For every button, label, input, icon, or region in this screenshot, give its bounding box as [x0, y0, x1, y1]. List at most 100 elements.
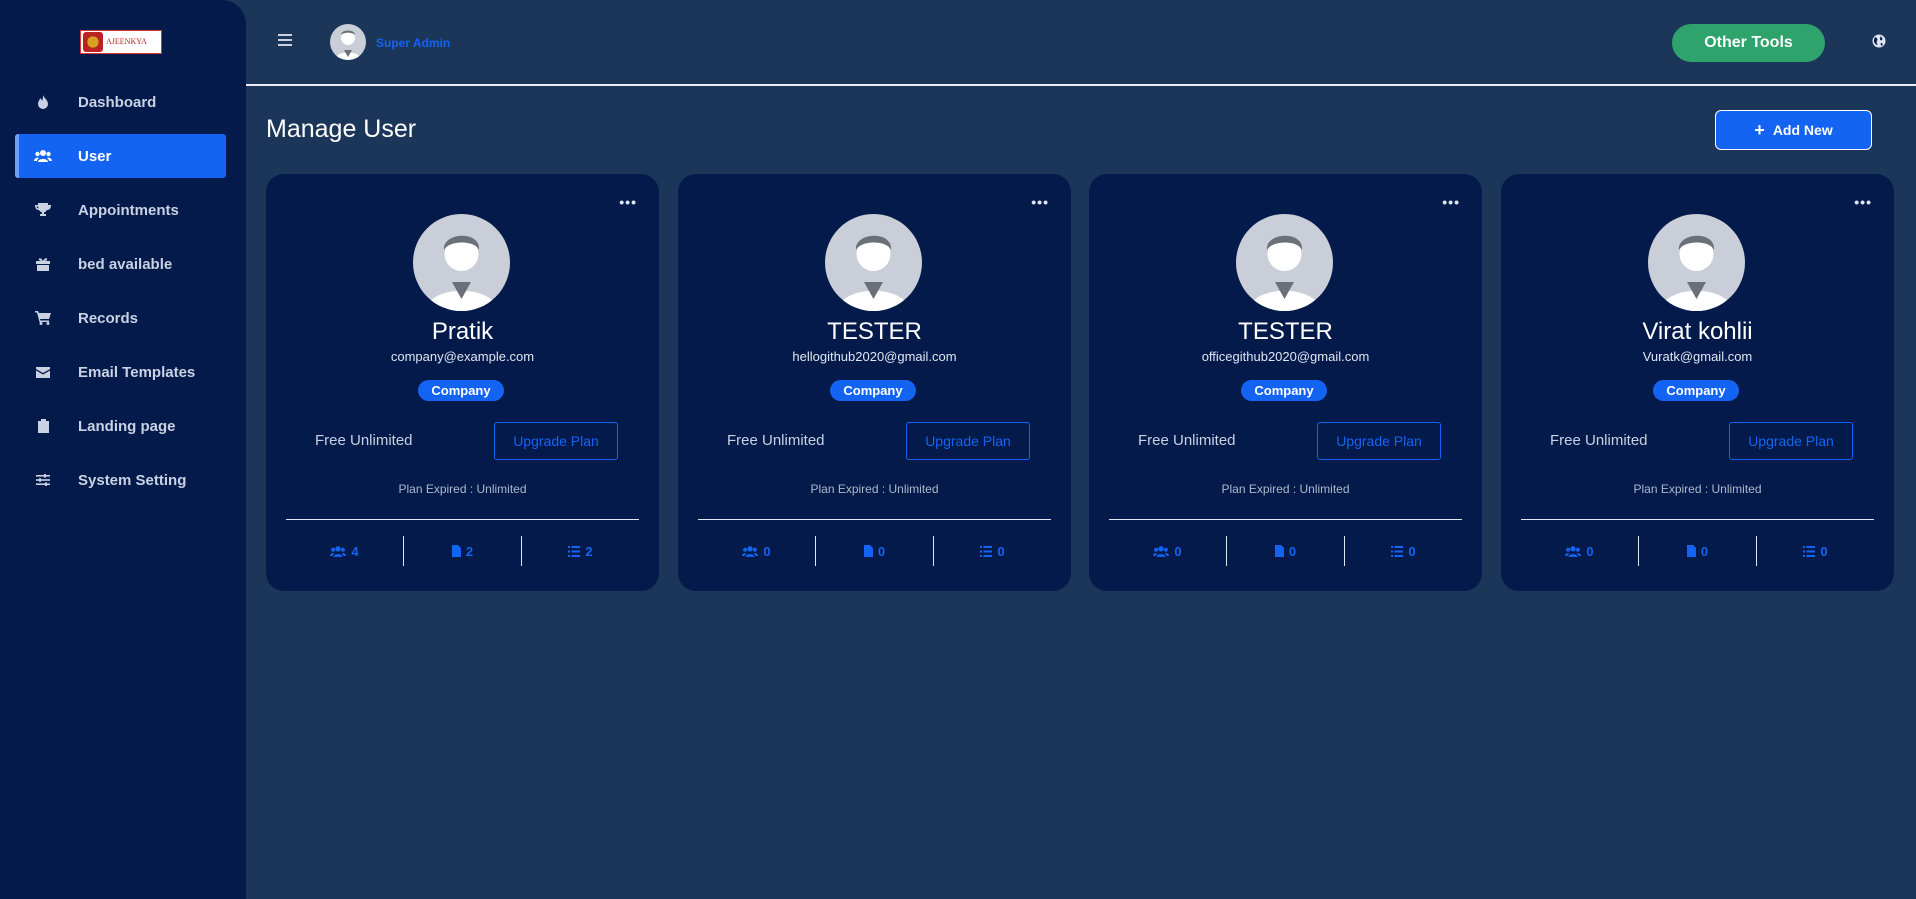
users-count-value: 0 — [1586, 543, 1594, 559]
documents-count-value: 0 — [1700, 543, 1709, 559]
avatar — [413, 214, 510, 311]
avatar — [1648, 214, 1745, 311]
user-card: ••• TESTER officegithub2020@gmail.com Co… — [1089, 174, 1482, 591]
add-new-button[interactable]: + Add New — [1715, 110, 1872, 150]
lists-count-value: 0 — [1820, 543, 1828, 559]
sidebar-item-label: Records — [78, 309, 139, 327]
trophy-icon — [33, 202, 53, 218]
lists-count[interactable]: 0 — [1756, 536, 1874, 566]
topbar: Super Admin Other Tools — [246, 0, 1916, 86]
avatar[interactable] — [330, 24, 366, 60]
card-stats: 0 0 0 — [1521, 536, 1874, 566]
users-count[interactable]: 0 — [1521, 536, 1638, 566]
role-badge: Company — [418, 380, 504, 401]
divider — [1109, 519, 1462, 520]
sidebar-item-label: System Setting — [78, 471, 187, 489]
documents-count-value: 2 — [465, 543, 474, 559]
upgrade-plan-button[interactable]: Upgrade Plan — [906, 422, 1030, 460]
card-stats: 4 2 2 — [286, 536, 639, 566]
users-icon — [33, 148, 53, 164]
upgrade-plan-button[interactable]: Upgrade Plan — [1729, 422, 1853, 460]
more-options-icon[interactable]: ••• — [1442, 194, 1460, 210]
cart-icon — [33, 310, 53, 326]
role-badge: Company — [1653, 380, 1739, 401]
avatar — [1236, 214, 1333, 311]
envelope-icon — [33, 364, 53, 380]
plan-expiry: Plan Expired : Unlimited — [810, 482, 939, 496]
plan-name: Free Unlimited — [1138, 432, 1236, 449]
sidebar-nav: Dashboard User Appointments bed availabl… — [15, 80, 226, 512]
more-options-icon[interactable]: ••• — [1854, 194, 1872, 210]
sidebar-item-email-templates[interactable]: Email Templates — [15, 350, 226, 394]
sidebar: AJEENKYA Dashboard User Appointments bed… — [0, 0, 246, 899]
user-email: company@example.com — [390, 349, 535, 364]
card-stats: 0 0 0 — [698, 536, 1051, 566]
lists-count-value: 2 — [585, 543, 593, 559]
sidebar-item-label: Dashboard — [78, 93, 157, 111]
more-options-icon[interactable]: ••• — [1031, 194, 1049, 210]
plan-expiry: Plan Expired : Unlimited — [1633, 482, 1762, 496]
sidebar-item-system-setting[interactable]: System Setting — [15, 458, 226, 502]
users-count[interactable]: 0 — [698, 536, 815, 566]
sidebar-item-bed-available[interactable]: bed available — [15, 242, 226, 286]
lists-count[interactable]: 0 — [1344, 536, 1462, 566]
avatar — [825, 214, 922, 311]
user-name: TESTER — [1238, 318, 1333, 345]
documents-count[interactable]: 2 — [403, 536, 521, 566]
plan-name: Free Unlimited — [315, 432, 413, 449]
users-count-value: 0 — [763, 543, 771, 559]
lists-count-value: 0 — [997, 543, 1005, 559]
brand-logo[interactable]: AJEENKYA — [80, 30, 162, 54]
lists-count[interactable]: 0 — [933, 536, 1051, 566]
user-name[interactable]: Super Admin — [376, 36, 450, 50]
upgrade-plan-button[interactable]: Upgrade Plan — [1317, 422, 1441, 460]
page-title: Manage User — [266, 115, 417, 143]
user-name: Virat kohlii — [1642, 318, 1753, 345]
user-card: ••• Virat kohlii Vuratk@gmail.com Compan… — [1501, 174, 1894, 591]
role-badge: Company — [830, 380, 916, 401]
divider — [698, 519, 1051, 520]
documents-count-value: 0 — [877, 543, 886, 559]
sidebar-item-records[interactable]: Records — [15, 296, 226, 340]
lists-count[interactable]: 2 — [521, 536, 639, 566]
divider — [1521, 519, 1874, 520]
sidebar-item-landing-page[interactable]: Landing page — [15, 404, 226, 448]
user-name: TESTER — [827, 318, 922, 345]
other-tools-button[interactable]: Other Tools — [1672, 24, 1825, 62]
sidebar-item-user[interactable]: User — [15, 134, 226, 178]
users-count[interactable]: 4 — [286, 536, 403, 566]
user-email: Vuratk@gmail.com — [1642, 349, 1753, 364]
logo-emblem-icon — [83, 32, 103, 52]
gift-icon — [33, 256, 53, 272]
sliders-icon — [33, 472, 53, 488]
fire-icon — [33, 94, 53, 110]
user-email: hellogithub2020@gmail.com — [792, 349, 957, 364]
menu-toggle-icon[interactable] — [278, 34, 292, 46]
plan-name: Free Unlimited — [1550, 432, 1648, 449]
sidebar-item-appointments[interactable]: Appointments — [15, 188, 226, 232]
plan-expiry: Plan Expired : Unlimited — [1221, 482, 1350, 496]
documents-count[interactable]: 0 — [1226, 536, 1344, 566]
users-count-value: 0 — [1174, 543, 1182, 559]
divider — [286, 519, 639, 520]
lists-count-value: 0 — [1408, 543, 1416, 559]
documents-count[interactable]: 0 — [1638, 536, 1756, 566]
documents-count[interactable]: 0 — [815, 536, 933, 566]
sidebar-item-dashboard[interactable]: Dashboard — [15, 80, 226, 124]
sidebar-item-label: Landing page — [78, 417, 176, 435]
clipboard-icon — [33, 418, 53, 434]
sidebar-item-label: bed available — [78, 255, 173, 273]
user-name: Pratik — [431, 318, 494, 345]
users-count-value: 4 — [351, 543, 359, 559]
plus-icon: + — [1754, 120, 1765, 140]
upgrade-plan-button[interactable]: Upgrade Plan — [494, 422, 618, 460]
plan-expiry: Plan Expired : Unlimited — [398, 482, 527, 496]
sidebar-item-label: Email Templates — [78, 363, 196, 381]
more-options-icon[interactable]: ••• — [619, 194, 637, 210]
card-stats: 0 0 0 — [1109, 536, 1462, 566]
user-card: ••• TESTER hellogithub2020@gmail.com Com… — [678, 174, 1071, 591]
users-count[interactable]: 0 — [1109, 536, 1226, 566]
user-email: officegithub2020@gmail.com — [1201, 349, 1370, 364]
globe-icon[interactable] — [1872, 34, 1886, 48]
user-card: ••• Pratik company@example.com Company F… — [266, 174, 659, 591]
